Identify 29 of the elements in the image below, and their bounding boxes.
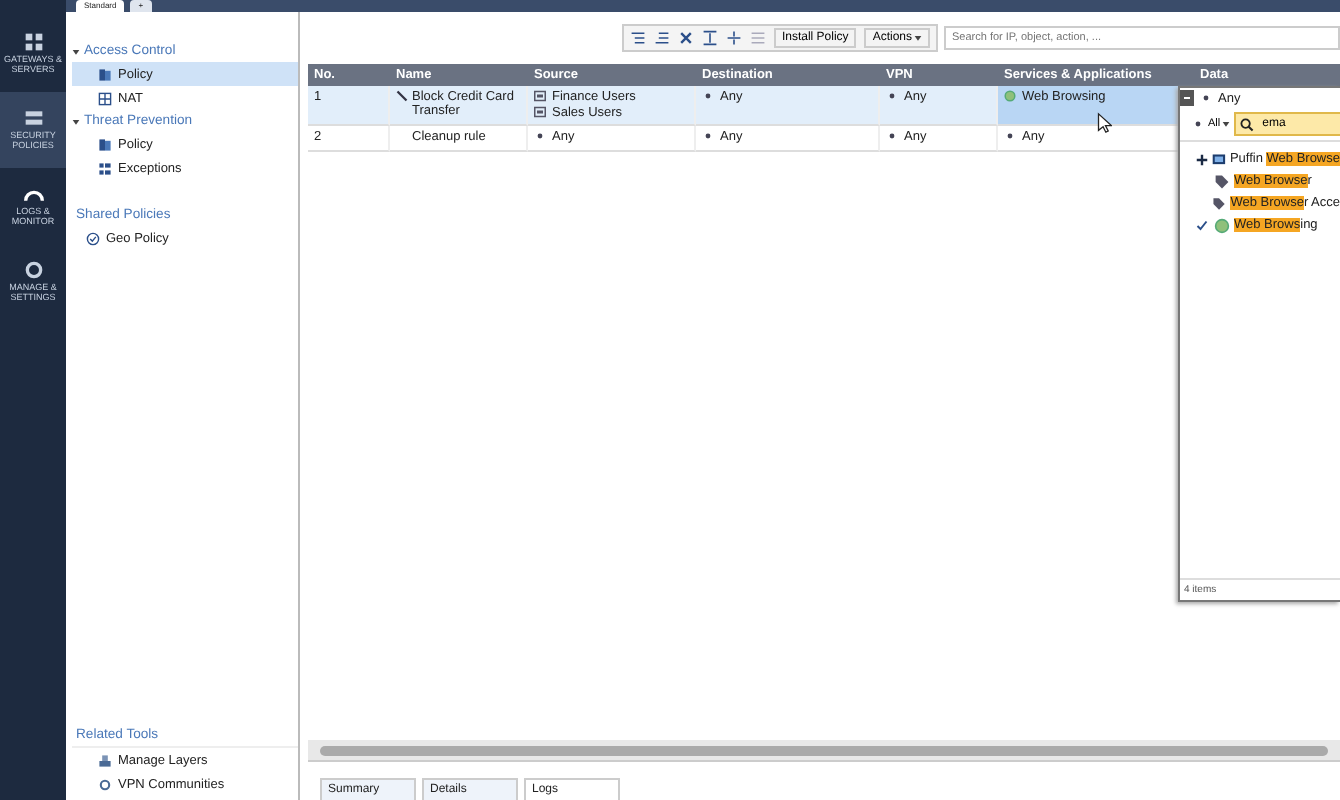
expand-icon[interactable] — [701, 30, 718, 46]
plus-icon[interactable] — [1196, 153, 1208, 165]
caret-icon — [914, 34, 922, 42]
dot-icon — [1200, 92, 1212, 104]
caret-icon[interactable] — [72, 47, 80, 55]
book-icon — [98, 67, 112, 81]
dot-icon — [534, 130, 546, 142]
rule-below-icon[interactable] — [653, 30, 670, 46]
delete-icon[interactable] — [677, 30, 694, 46]
check-circle-icon — [86, 231, 100, 245]
dot-icon — [886, 130, 898, 142]
scrollbar-thumb[interactable] — [320, 745, 1328, 755]
dot-icon — [702, 90, 714, 102]
dot-icon — [886, 90, 898, 102]
dot-icon — [1192, 118, 1204, 130]
list-icon — [98, 161, 112, 175]
grid-icon — [23, 32, 43, 53]
monitor-icon — [1212, 151, 1226, 167]
rule-above-icon[interactable] — [629, 30, 646, 46]
dot-icon — [702, 130, 714, 142]
layers-icon — [98, 753, 112, 767]
caret-icon[interactable] — [72, 117, 80, 125]
globe-icon — [1004, 90, 1016, 102]
dot-icon — [1004, 130, 1016, 142]
grid-icon — [98, 91, 112, 105]
globe-icon — [1214, 217, 1230, 233]
book-icon — [98, 137, 112, 151]
caret-icon — [1222, 120, 1231, 128]
mouse-cursor-icon — [1096, 112, 1112, 134]
